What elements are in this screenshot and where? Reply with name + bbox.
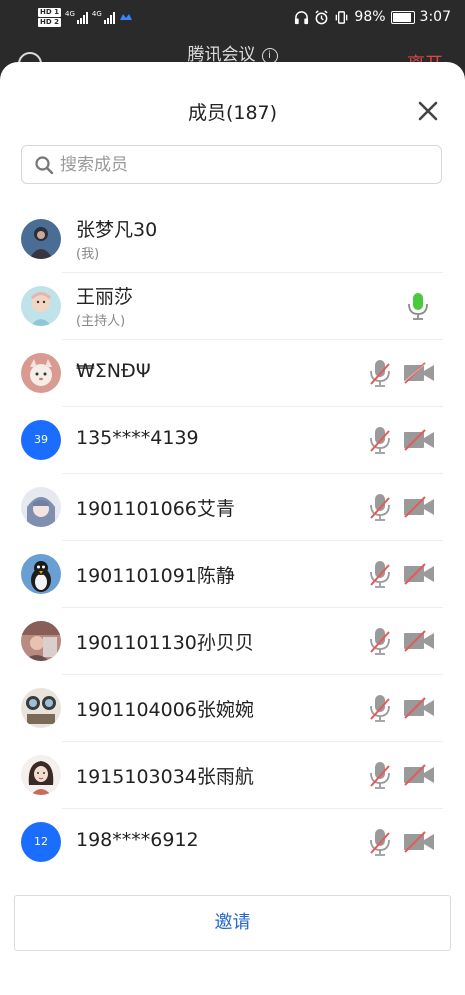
camera-off-icon[interactable] [403,831,435,853]
status-right: 98% 3:07 [294,5,451,29]
avatar-initials: 12 [21,822,61,862]
member-role: (我) [76,247,100,262]
mic-muted-icon[interactable] [369,560,391,588]
camera-off-icon[interactable] [403,630,435,652]
hd2-badge: HD 2 [38,17,61,27]
member-name: 张梦凡30 [76,219,158,241]
hd-badges: HD 1 HD 2 [38,7,61,27]
search-input[interactable] [60,154,420,175]
vibrate-icon [336,10,348,24]
close-icon[interactable] [415,98,441,124]
mic-muted-icon[interactable] [369,828,391,856]
member-name: 1901101091陈静 [76,565,235,587]
avatar [21,554,61,594]
status-bar: HD 1 HD 2 4G 4G 98% 3:07 [0,0,465,34]
member-row[interactable]: 1915103034张雨航 [0,742,465,809]
net1-label: 4G [64,10,75,18]
mic-muted-icon[interactable] [369,493,391,521]
alarm-icon [315,9,328,24]
camera-off-icon[interactable] [403,496,435,518]
member-name: 1901101066艾青 [76,498,235,520]
avatar [21,621,61,661]
members-sheet: 成员(187) 张梦凡30 (我) 王丽莎 (主持人) [0,62,465,995]
member-row[interactable]: 1901104006张婉婉 [0,675,465,742]
member-row[interactable]: 张梦凡30 (我) [0,206,465,273]
net2-label: 4G [91,10,102,18]
search-box[interactable] [21,145,442,184]
member-row[interactable]: 1901101130孙贝贝 [0,608,465,675]
member-row[interactable]: 12 198****6912 [0,809,465,876]
sheet-title: 成员(187) [187,102,278,124]
camera-off-icon[interactable] [403,764,435,786]
member-name: ₩ΣΝĐΨ [76,360,151,382]
signal-icon-2: 4G [92,10,115,24]
member-name: 1901104006张婉婉 [76,699,254,721]
hd1-badge: HD 1 [38,7,61,17]
member-row[interactable]: 1901101091陈静 [0,541,465,608]
avatar [21,353,61,393]
member-name: 135****4139 [76,427,199,449]
camera-off-icon[interactable] [403,697,435,719]
avatar [21,688,61,728]
avatar [21,286,61,326]
status-left: HD 1 HD 2 4G 4G [38,5,133,29]
camera-off-icon[interactable] [403,563,435,585]
member-name: 1915103034张雨航 [76,766,254,788]
member-row[interactable]: 王丽莎 (主持人) [0,273,465,340]
close-button[interactable] [415,98,441,124]
avatar-initials: 39 [21,420,61,460]
member-row[interactable]: ₩ΣΝĐΨ [0,340,465,407]
member-row[interactable]: 1901101066艾青 [0,474,465,541]
avatar [21,219,61,259]
mic-muted-icon[interactable] [369,426,391,454]
mic-muted-icon[interactable] [369,694,391,722]
signal-icon: 4G [65,10,88,24]
mic-muted-icon[interactable] [369,359,391,387]
camera-off-icon[interactable] [403,429,435,451]
mic-muted-icon[interactable] [369,761,391,789]
avatar [21,755,61,795]
member-role: (主持人) [76,314,126,329]
camera-off-icon[interactable] [403,362,435,384]
member-name: 王丽莎 [76,286,134,308]
search-icon [35,155,54,174]
battery-percent: 98% [354,9,386,25]
clock: 3:07 [419,9,451,25]
headphones-icon [295,10,309,24]
avatar [21,487,61,527]
battery-icon [390,10,415,24]
mic-active-icon[interactable] [407,292,429,320]
mic-muted-icon[interactable] [369,627,391,655]
member-name: 1901101130孙贝贝 [76,632,254,654]
member-list: 张梦凡30 (我) 王丽莎 (主持人) ₩ΣΝĐΨ 39 135****4139… [0,206,465,876]
member-name: 198****6912 [76,829,199,851]
invite-button[interactable]: 邀请 [14,895,451,951]
member-row[interactable]: 39 135****4139 [0,407,465,474]
app-notification-icon [119,14,132,20]
